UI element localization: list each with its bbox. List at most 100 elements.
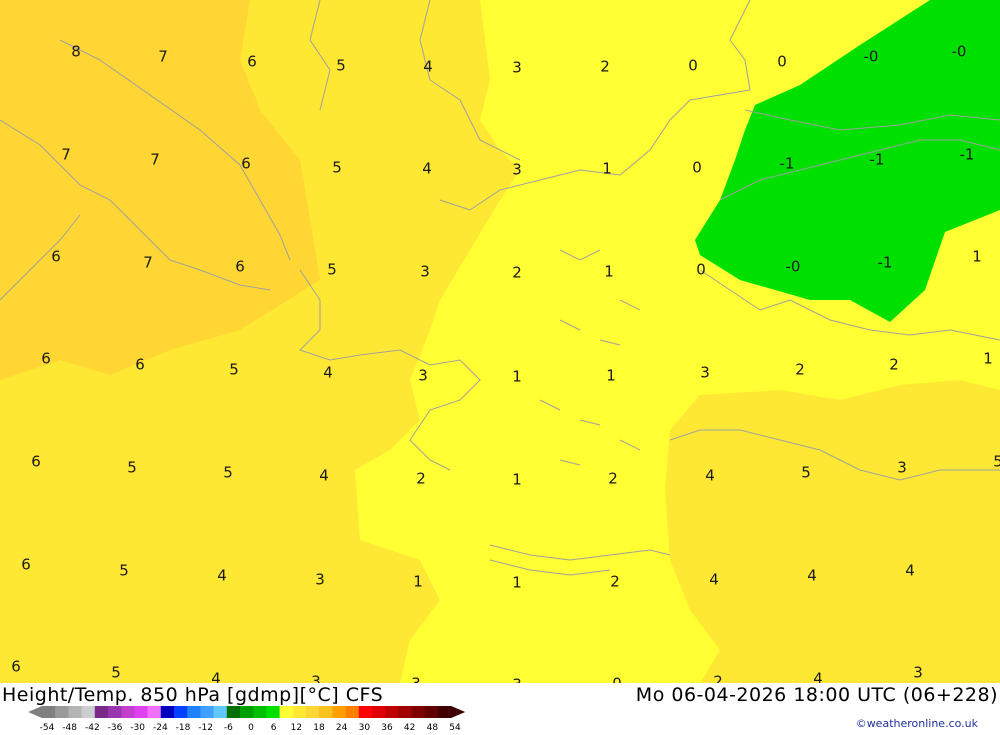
legend-swatch bbox=[108, 706, 122, 718]
temperature-label: 5 bbox=[332, 158, 342, 177]
temperature-label: 4 bbox=[217, 566, 227, 585]
temperature-label: 6 bbox=[31, 452, 41, 471]
legend-swatch bbox=[253, 706, 267, 718]
temperature-label: 5 bbox=[993, 452, 1000, 471]
legend-tick-label: 0 bbox=[248, 723, 254, 733]
temperature-label: 6 bbox=[51, 247, 61, 266]
legend-swatch bbox=[160, 706, 175, 718]
temperature-label: 3 bbox=[420, 262, 430, 281]
legend-swatch bbox=[121, 706, 135, 718]
credit-link[interactable]: ©weatheronline.co.uk bbox=[856, 717, 978, 730]
legend-swatch bbox=[424, 706, 439, 718]
legend-swatch bbox=[266, 706, 280, 718]
temperature-label: 3 bbox=[315, 570, 325, 589]
temperature-label: 7 bbox=[143, 253, 153, 272]
temperature-label: 2 bbox=[608, 469, 618, 488]
legend-arrow-right bbox=[451, 706, 466, 718]
temperature-label: -0 bbox=[951, 42, 967, 61]
temperature-label: 6 bbox=[21, 555, 31, 574]
temperature-label: 5 bbox=[119, 561, 129, 580]
temperature-label: 7 bbox=[150, 150, 160, 169]
temperature-label: 5 bbox=[801, 463, 811, 482]
temperature-label: 4 bbox=[319, 466, 329, 485]
legend-tick-label: -24 bbox=[152, 723, 168, 733]
temperature-label: 1 bbox=[512, 367, 522, 386]
temperature-label: 1 bbox=[512, 573, 522, 592]
temperature-label: 2 bbox=[889, 355, 899, 374]
legend-swatch bbox=[385, 706, 399, 718]
temperature-label: 3 bbox=[512, 160, 522, 179]
temperature-label: 8 bbox=[71, 42, 81, 61]
valid-datetime: Mo 06-04-2026 18:00 UTC (06+228) bbox=[635, 684, 998, 706]
temperature-label: 5 bbox=[127, 458, 137, 477]
legend-swatch bbox=[68, 706, 82, 718]
legend-tick-label: -6 bbox=[223, 723, 233, 733]
legend-swatch bbox=[332, 706, 346, 718]
legend-tick-label: -12 bbox=[198, 723, 214, 733]
temperature-label: 3 bbox=[418, 366, 428, 385]
legend-tick-label: 6 bbox=[270, 723, 277, 733]
temperature-label: 2 bbox=[610, 572, 620, 591]
temperature-label: 5 bbox=[229, 360, 239, 379]
temperature-label: 6 bbox=[41, 349, 51, 368]
temperature-label: 1 bbox=[512, 470, 522, 489]
legend-swatch bbox=[94, 706, 109, 718]
temperature-label: 0 bbox=[688, 56, 698, 75]
legend-arrow-left bbox=[28, 706, 42, 718]
legend-tick-label: -18 bbox=[175, 723, 191, 733]
temperature-label: 3 bbox=[311, 672, 321, 683]
temperature-label: 1 bbox=[602, 159, 612, 178]
temperature-label: 4 bbox=[423, 57, 433, 76]
legend-swatch bbox=[306, 706, 320, 718]
temperature-label: 5 bbox=[111, 663, 121, 682]
legend-tick-label: 48 bbox=[426, 723, 439, 733]
temperature-label: 6 bbox=[235, 257, 245, 276]
legend-tick-label: 18 bbox=[313, 723, 325, 733]
temperature-label: -1 bbox=[959, 145, 975, 164]
temperature-label: 0 bbox=[692, 158, 702, 177]
temperature-label: 4 bbox=[709, 570, 719, 589]
legend-tick-label: 42 bbox=[403, 723, 416, 733]
legend-swatch bbox=[213, 706, 228, 718]
color-scale-legend bbox=[28, 706, 466, 718]
temperature-label: 3 bbox=[512, 58, 522, 77]
temperature-label: 1 bbox=[413, 572, 423, 591]
temperature-label: 5 bbox=[327, 260, 337, 279]
temperature-label: 6 bbox=[11, 657, 21, 676]
temperature-label: 7 bbox=[158, 47, 168, 66]
legend-tick-label: 30 bbox=[358, 723, 371, 733]
legend-swatch bbox=[279, 706, 294, 718]
temperature-label: 2 bbox=[795, 360, 805, 379]
legend-swatch bbox=[174, 706, 188, 718]
temperature-label: 7 bbox=[61, 145, 71, 164]
temperature-label: 1 bbox=[606, 366, 616, 385]
map-canvas bbox=[0, 0, 1000, 683]
legend-tick-label: 12 bbox=[290, 723, 303, 733]
temperature-label: 4 bbox=[905, 561, 915, 580]
temperature-label: 5 bbox=[223, 463, 233, 482]
legend-tick-label: 24 bbox=[335, 723, 348, 733]
temperature-label: 4 bbox=[211, 669, 221, 683]
legend-tick-label: -42 bbox=[84, 723, 100, 733]
temperature-label: 2 bbox=[600, 57, 610, 76]
temperature-label: 2 bbox=[713, 672, 723, 683]
temperature-label: 1 bbox=[983, 349, 993, 368]
legend-swatch bbox=[358, 706, 373, 718]
temperature-label: 2 bbox=[512, 263, 522, 282]
legend-swatch bbox=[398, 706, 412, 718]
temperature-label: -1 bbox=[869, 150, 885, 169]
temperature-label: 4 bbox=[323, 363, 333, 382]
legend-swatch bbox=[147, 706, 162, 718]
temperature-label: 4 bbox=[422, 159, 432, 178]
legend-swatch bbox=[411, 706, 426, 718]
temperature-label: 4 bbox=[813, 669, 823, 683]
legend-swatch bbox=[200, 706, 214, 718]
temperature-label: 6 bbox=[135, 355, 145, 374]
temperature-label: 1 bbox=[604, 262, 614, 281]
legend-swatch bbox=[55, 706, 69, 718]
legend-swatch bbox=[319, 706, 333, 718]
legend-swatch bbox=[226, 706, 241, 718]
temperature-label: 5 bbox=[336, 56, 346, 75]
legend-tick-label: -30 bbox=[130, 723, 146, 733]
legend-swatch bbox=[240, 706, 254, 718]
